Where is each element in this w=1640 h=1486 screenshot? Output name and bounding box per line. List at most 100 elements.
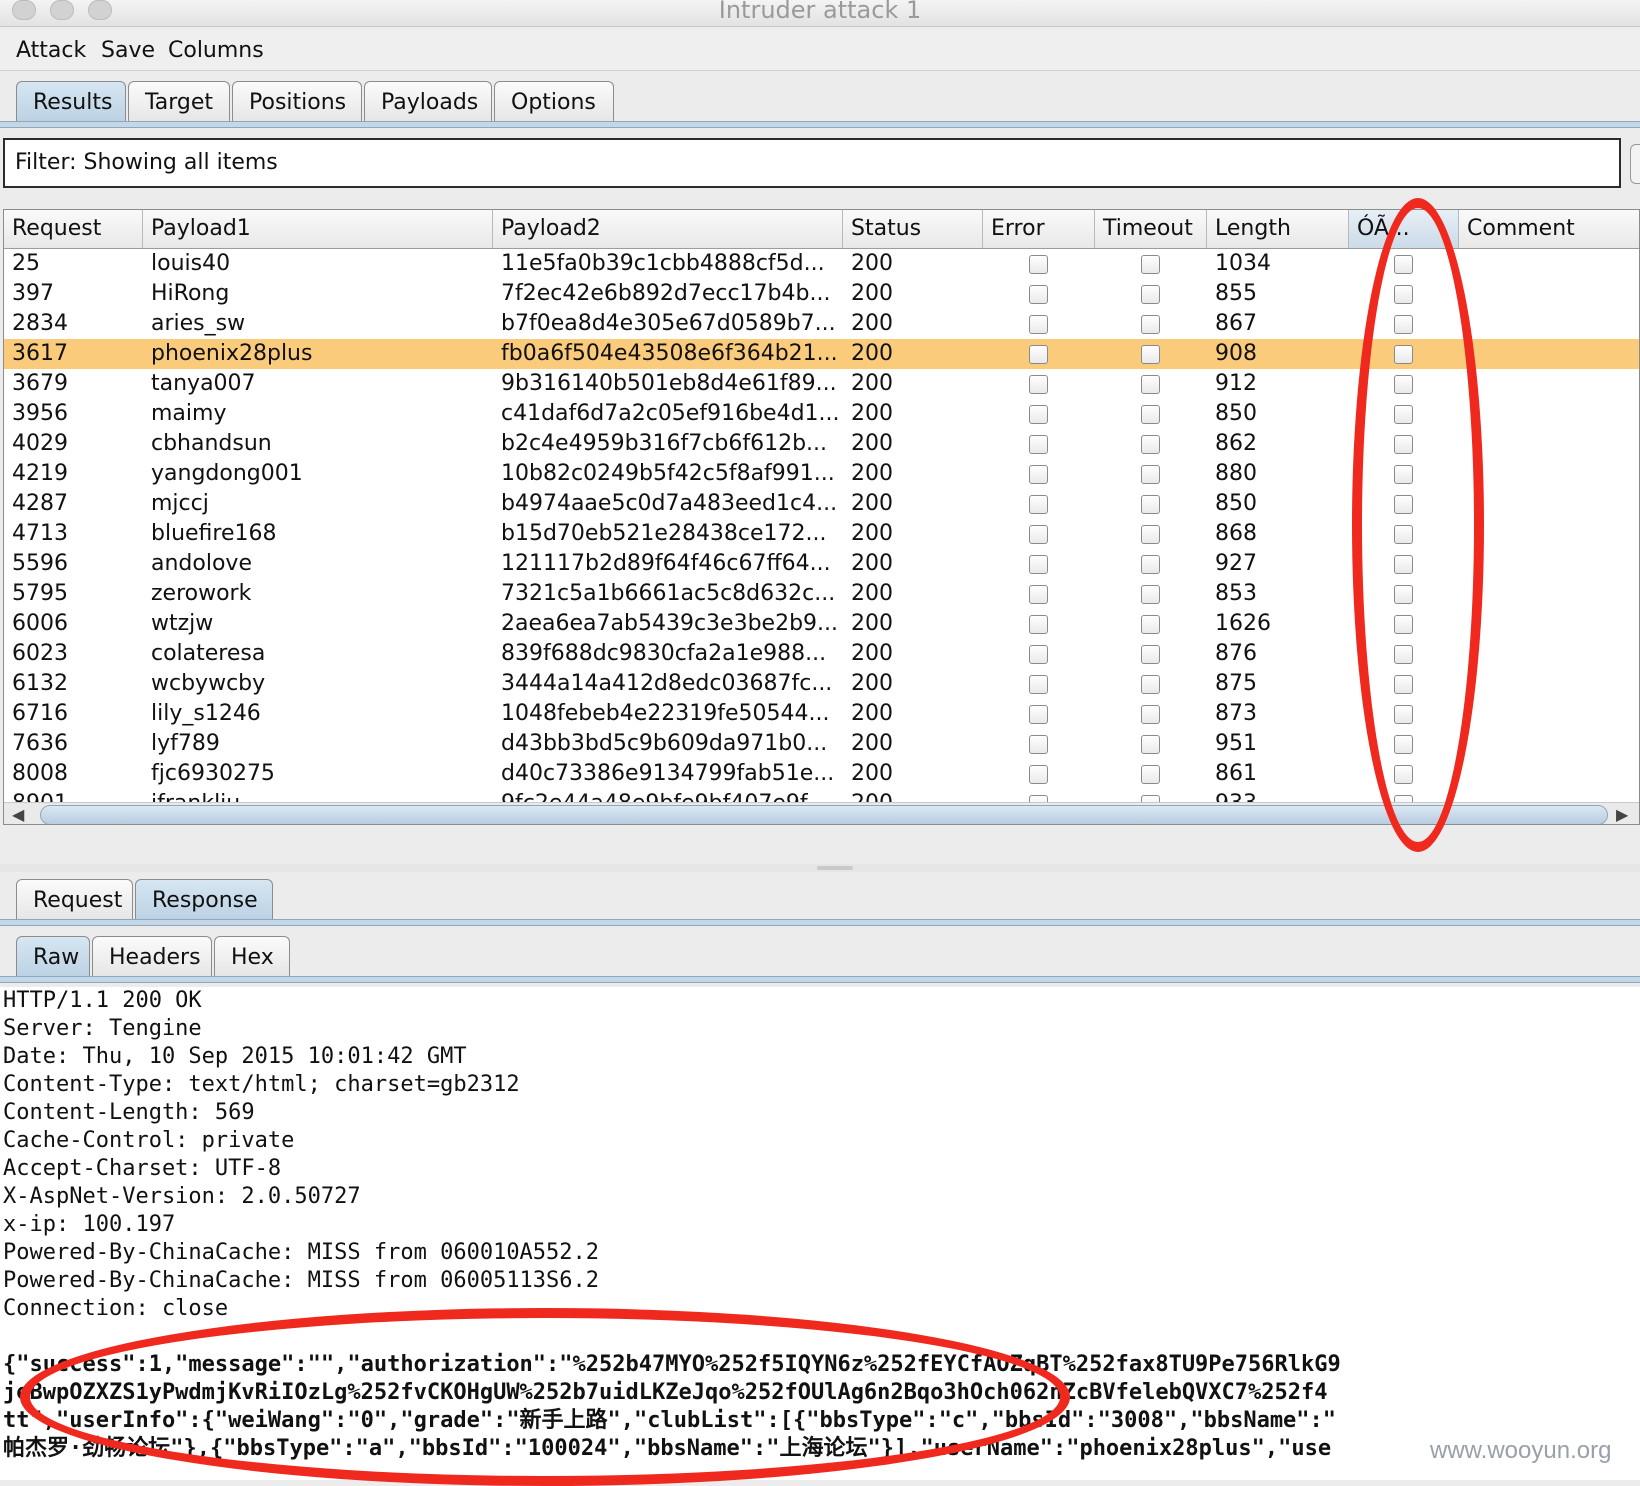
column-header-request[interactable]: Request bbox=[4, 210, 143, 248]
error-checkbox[interactable] bbox=[1029, 375, 1048, 394]
response-header-line: Content-Type: text/html; charset=gb2312 bbox=[3, 1072, 520, 1097]
cell-request: 5795 bbox=[12, 581, 68, 606]
column-header-timeout[interactable]: Timeout bbox=[1095, 210, 1207, 248]
timeout-checkbox[interactable] bbox=[1141, 315, 1160, 334]
error-checkbox[interactable] bbox=[1029, 285, 1048, 304]
timeout-checkbox[interactable] bbox=[1141, 615, 1160, 634]
tab-results[interactable]: Results bbox=[16, 81, 126, 121]
cell-request: 5596 bbox=[12, 551, 68, 576]
column-header-payload1[interactable]: Payload1 bbox=[143, 210, 493, 248]
response-header-line: HTTP/1.1 200 OK bbox=[3, 988, 202, 1013]
timeout-checkbox[interactable] bbox=[1141, 495, 1160, 514]
cell-length: 850 bbox=[1215, 401, 1257, 426]
error-checkbox[interactable] bbox=[1029, 705, 1048, 724]
error-checkbox[interactable] bbox=[1029, 765, 1048, 784]
timeout-checkbox[interactable] bbox=[1141, 405, 1160, 424]
timeout-checkbox[interactable] bbox=[1141, 555, 1160, 574]
timeout-checkbox[interactable] bbox=[1141, 465, 1160, 484]
tab-headers[interactable]: Headers bbox=[92, 936, 212, 976]
tab-hex[interactable]: Hex bbox=[214, 936, 290, 976]
scrollbar-thumb[interactable] bbox=[40, 805, 1608, 824]
error-checkbox[interactable] bbox=[1029, 675, 1048, 694]
pane-splitter[interactable] bbox=[0, 864, 1640, 872]
column-header-status[interactable]: Status bbox=[843, 210, 983, 248]
cell-status: 200 bbox=[851, 761, 893, 786]
timeout-checkbox[interactable] bbox=[1141, 645, 1160, 664]
tab-target[interactable]: Target bbox=[128, 81, 230, 121]
cell-status: 200 bbox=[851, 671, 893, 696]
timeout-checkbox[interactable] bbox=[1141, 435, 1160, 454]
cell-status: 200 bbox=[851, 431, 893, 456]
cell-length: 853 bbox=[1215, 581, 1257, 606]
timeout-checkbox[interactable] bbox=[1141, 585, 1160, 604]
cell-payload2: 11e5fa0b39c1cbb4888cf5d... bbox=[501, 251, 825, 276]
error-checkbox[interactable] bbox=[1029, 345, 1048, 364]
cell-status: 200 bbox=[851, 341, 893, 366]
splitter-grip[interactable] bbox=[817, 866, 853, 870]
column-header-length[interactable]: Length bbox=[1207, 210, 1349, 248]
cell-request: 6716 bbox=[12, 701, 68, 726]
response-header-line: Connection: close bbox=[3, 1296, 229, 1321]
timeout-checkbox[interactable] bbox=[1141, 345, 1160, 364]
cell-payload1: colateresa bbox=[151, 641, 266, 666]
timeout-checkbox[interactable] bbox=[1141, 285, 1160, 304]
error-checkbox[interactable] bbox=[1029, 555, 1048, 574]
cell-payload1: louis40 bbox=[151, 251, 231, 276]
tab-options[interactable]: Options bbox=[494, 81, 614, 121]
filter-button[interactable] bbox=[1630, 144, 1640, 184]
watermark: www.wooyun.org bbox=[1430, 1437, 1612, 1464]
cell-length: 1034 bbox=[1215, 251, 1271, 276]
cell-length: 927 bbox=[1215, 551, 1257, 576]
tab-request[interactable]: Request bbox=[16, 879, 133, 919]
cell-payload2: 2aea6ea7ab5439c3e3be2b9... bbox=[501, 611, 839, 636]
cell-status: 200 bbox=[851, 701, 893, 726]
tab-response[interactable]: Response bbox=[135, 879, 273, 919]
cell-payload2: b2c4e4959b316f7cb6f612b... bbox=[501, 431, 828, 456]
column-header-comment[interactable]: Comment bbox=[1459, 210, 1639, 248]
error-checkbox[interactable] bbox=[1029, 735, 1048, 754]
error-checkbox[interactable] bbox=[1029, 615, 1048, 634]
error-checkbox[interactable] bbox=[1029, 585, 1048, 604]
error-checkbox[interactable] bbox=[1029, 435, 1048, 454]
detail-tab-strip: Request Response bbox=[16, 879, 275, 919]
timeout-checkbox[interactable] bbox=[1141, 375, 1160, 394]
error-checkbox[interactable] bbox=[1029, 645, 1048, 664]
cell-length: 855 bbox=[1215, 281, 1257, 306]
error-checkbox[interactable] bbox=[1029, 525, 1048, 544]
error-checkbox[interactable] bbox=[1029, 315, 1048, 334]
menu-columns[interactable]: Columns bbox=[168, 38, 264, 63]
cell-payload2: d43bb3bd5c9b609da971b0... bbox=[501, 731, 828, 756]
tab-raw[interactable]: Raw bbox=[16, 936, 90, 976]
error-checkbox[interactable] bbox=[1029, 495, 1048, 514]
timeout-checkbox[interactable] bbox=[1141, 255, 1160, 274]
cell-payload1: tanya007 bbox=[151, 371, 256, 396]
cell-status: 200 bbox=[851, 731, 893, 756]
window-title: Intruder attack 1 bbox=[718, 0, 922, 24]
menu-save[interactable]: Save bbox=[101, 38, 155, 63]
cell-length: 861 bbox=[1215, 761, 1257, 786]
error-checkbox[interactable] bbox=[1029, 255, 1048, 274]
timeout-checkbox[interactable] bbox=[1141, 525, 1160, 544]
column-header-payload2[interactable]: Payload2 bbox=[493, 210, 843, 248]
cell-payload2: c41daf6d7a2c05ef916be4d1... bbox=[501, 401, 840, 426]
menu-attack[interactable]: Attack bbox=[16, 38, 86, 63]
tab-positions[interactable]: Positions bbox=[232, 81, 362, 121]
filter-bar[interactable]: Filter: Showing all items bbox=[3, 138, 1621, 188]
cell-payload1: lily_s1246 bbox=[151, 701, 261, 726]
response-header-line: Accept-Charset: UTF-8 bbox=[3, 1156, 282, 1181]
detail-tab-divider bbox=[0, 919, 1640, 926]
cell-length: 875 bbox=[1215, 671, 1257, 696]
timeout-checkbox[interactable] bbox=[1141, 705, 1160, 724]
cell-status: 200 bbox=[851, 371, 893, 396]
error-checkbox[interactable] bbox=[1029, 465, 1048, 484]
scroll-right-icon[interactable]: ▶ bbox=[1616, 805, 1628, 824]
cell-length: 951 bbox=[1215, 731, 1257, 756]
error-checkbox[interactable] bbox=[1029, 405, 1048, 424]
cell-payload1: lyf789 bbox=[151, 731, 220, 756]
column-header-error[interactable]: Error bbox=[983, 210, 1095, 248]
timeout-checkbox[interactable] bbox=[1141, 675, 1160, 694]
tab-payloads[interactable]: Payloads bbox=[364, 81, 492, 121]
timeout-checkbox[interactable] bbox=[1141, 735, 1160, 754]
scroll-left-icon[interactable]: ◀ bbox=[12, 805, 24, 824]
timeout-checkbox[interactable] bbox=[1141, 765, 1160, 784]
